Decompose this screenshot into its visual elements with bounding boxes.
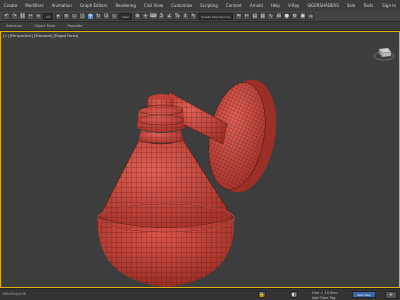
rotate-icon[interactable]: ↻ <box>94 12 102 20</box>
snaps-icon[interactable]: 3 <box>157 12 165 20</box>
layer-explorer-icon[interactable]: ▤ <box>251 12 259 20</box>
select-manipulate-icon[interactable]: ✛ <box>141 12 149 20</box>
menu-item[interactable]: SIGERSHADERS <box>303 3 342 8</box>
menu-item[interactable]: Arnold <box>246 3 267 8</box>
menu-item[interactable]: Sale <box>343 3 360 8</box>
menu-item[interactable]: Animation <box>48 3 76 8</box>
bind-spacewarp-icon[interactable]: ≈ <box>35 12 42 20</box>
add-button[interactable]: + <box>385 291 397 299</box>
edit-named-selection-icon[interactable]: ✎ <box>189 12 197 20</box>
percent-snap-icon[interactable]: % <box>173 12 181 20</box>
menu-item[interactable]: Content <box>222 3 246 8</box>
align-icon[interactable]: ⊨ <box>243 12 251 20</box>
perspective-viewport[interactable]: [+] [Perspective] [Standard] [Edged Face… <box>0 31 400 288</box>
material-editor-icon[interactable]: ● <box>283 12 291 20</box>
menu-item[interactable]: Tools <box>359 3 377 8</box>
link-icon[interactable]: ⛓ <box>19 12 26 20</box>
menu-item[interactable]: V-Ray <box>284 3 303 8</box>
graphite-toggle-icon[interactable]: ▥ <box>259 12 267 20</box>
menu-item[interactable]: Modifiers <box>21 3 47 8</box>
ribbon-tab[interactable]: Object Paint <box>28 24 61 28</box>
render-frame-icon[interactable]: ▣ <box>299 12 307 20</box>
menu-item[interactable]: Rendering <box>111 3 139 8</box>
window-crossing-icon[interactable]: ◫ <box>78 12 86 20</box>
pivot-icon[interactable]: ⊕ <box>133 12 141 20</box>
unlink-icon[interactable]: ✂ <box>27 12 34 20</box>
curve-editor-icon[interactable]: ∿ <box>267 12 275 20</box>
select-by-name-icon[interactable]: ≡ <box>62 12 70 20</box>
reference-coordinate-dropdown[interactable]: View <box>118 12 132 20</box>
select-object-icon[interactable]: ▸ <box>54 12 62 20</box>
scale-icon[interactable]: ⊡ <box>102 12 110 20</box>
undo-icon[interactable]: ↶ <box>3 12 10 20</box>
placement-icon[interactable]: ◇ <box>110 12 118 20</box>
region-select-icon[interactable]: ▭ <box>70 12 78 20</box>
sign-in-link[interactable]: Sign In <box>382 3 396 8</box>
ribbon-tab[interactable]: Selection <box>0 24 28 28</box>
grid-readout: Grid = 10.0cm <box>312 291 338 295</box>
keyboard-shortcut-icon[interactable]: ⌨ <box>150 12 157 20</box>
menu-item[interactable]: Customize <box>167 3 196 8</box>
auto-key-button[interactable]: Auto Key <box>352 291 376 298</box>
render-setup-icon[interactable]: ⚙ <box>291 12 299 20</box>
ribbon-tabs: Selection Object Paint Populate <box>0 22 400 31</box>
named-selection-set-dropdown[interactable]: Create Selection Se <box>197 12 234 20</box>
spinner-snap-icon[interactable]: ⇕ <box>181 12 189 20</box>
add-time-tag[interactable]: Add Time Tag <box>312 296 336 300</box>
mirror-icon[interactable]: ⇋ <box>235 12 243 20</box>
move-icon[interactable]: ✥ <box>86 12 94 20</box>
menu-item[interactable]: Create <box>0 3 21 8</box>
lamp-model[interactable] <box>1 32 399 287</box>
selection-filter-dropdown[interactable]: All <box>43 12 53 20</box>
menu-item[interactable]: Scripting <box>196 3 222 8</box>
menu-item[interactable]: Help <box>267 3 284 8</box>
maxscript-listener[interactable]: MAXScript Mi <box>3 292 26 296</box>
ribbon-tab[interactable]: Populate <box>61 24 88 28</box>
menu-item[interactable]: Civil View <box>140 3 167 8</box>
menu-item[interactable]: Graph Editors <box>76 3 111 8</box>
main-toolbar: ↶ ↷ ⛓ ✂ ≈ All ▸ ≡ ▭ ◫ ✥ ↻ ⊡ ◇ View ⊕ ✛ ⌨… <box>0 11 400 22</box>
schematic-view-icon[interactable]: ⊞ <box>275 12 283 20</box>
lock-icon[interactable]: 🔒 <box>258 291 266 298</box>
status-bar: MAXScript Mi Grid = 10.0cm Add Time Tag … <box>0 288 400 300</box>
isolate-icon[interactable]: ◐ <box>290 291 298 298</box>
angle-snap-icon[interactable]: ∠ <box>165 12 173 20</box>
render-icon[interactable]: ☕ <box>307 12 315 20</box>
redo-icon[interactable]: ↷ <box>11 12 18 20</box>
